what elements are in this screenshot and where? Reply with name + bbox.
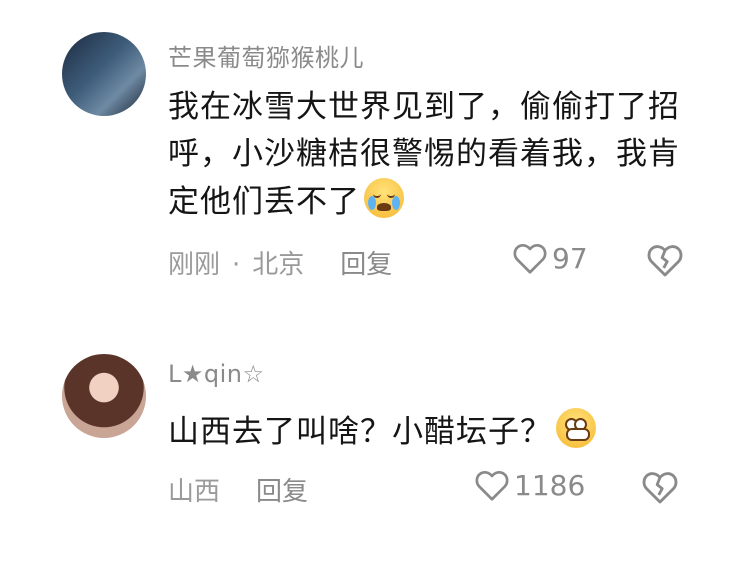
grinning-face-icon [556,408,596,448]
like-count: 97 [552,241,588,275]
reply-button[interactable]: 回复 [340,244,392,281]
comment-text: 我在冰雪大世界见到了，偷偷打了招呼，小沙糖桔很警惕的看着我，我肯定他们丢不了 [168,89,680,220]
heart-icon [513,243,547,274]
comment-meta: 山西 回复 [168,471,308,508]
like-button[interactable]: 97 [512,241,588,275]
location: 北京 [252,250,305,280]
broken-heart-icon [647,245,683,277]
reply-button[interactable]: 回复 [256,471,308,508]
avatar[interactable] [62,32,146,116]
username[interactable]: 芒果葡萄猕猴桃儿 [168,38,364,73]
comment-item: L★qin☆ 山西去了叫啥？小醋坛子？ 山西 回复 1186 [0,330,742,560]
avatar[interactable] [62,354,146,438]
dislike-button[interactable] [641,469,679,509]
separator-dot: · [232,250,241,280]
username[interactable]: L★qin☆ [168,360,265,388]
broken-heart-icon [642,472,678,504]
loudly-crying-face-icon [364,178,404,218]
like-count: 1186 [514,468,586,502]
heart-icon [475,470,509,501]
dislike-button[interactable] [646,242,684,282]
location: 山西 [168,477,221,507]
comment-meta: 刚刚 · 北京 回复 [168,244,392,281]
comment-text: 山西去了叫啥？小醋坛子？ [168,408,688,456]
timestamp: 刚刚 [168,250,221,280]
like-button[interactable]: 1186 [474,468,585,502]
comment-item: 芒果葡萄猕猴桃儿 我在冰雪大世界见到了，偷偷打了招呼，小沙糖桔很警惕的看着我，我… [0,0,742,300]
